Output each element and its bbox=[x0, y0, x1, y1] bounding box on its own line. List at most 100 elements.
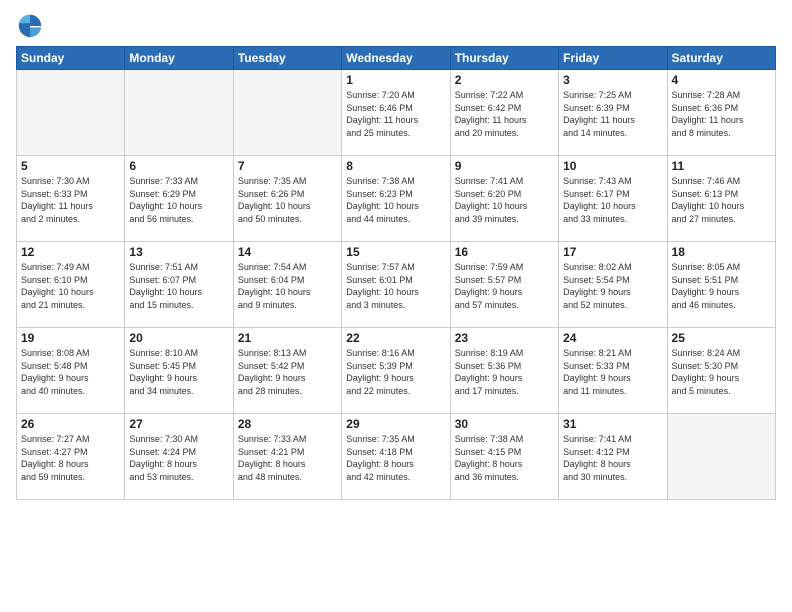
day-number: 7 bbox=[238, 159, 337, 173]
day-info: Sunrise: 8:16 AM Sunset: 5:39 PM Dayligh… bbox=[346, 347, 445, 397]
day-number: 13 bbox=[129, 245, 228, 259]
weekday-header-saturday: Saturday bbox=[667, 47, 775, 70]
day-number: 8 bbox=[346, 159, 445, 173]
day-number: 20 bbox=[129, 331, 228, 345]
weekday-header-row: SundayMondayTuesdayWednesdayThursdayFrid… bbox=[17, 47, 776, 70]
day-number: 29 bbox=[346, 417, 445, 431]
day-cell-15: 15 Sunrise: 7:57 AM Sunset: 6:01 PM Dayli… bbox=[342, 242, 450, 328]
day-cell-12: 12Sunrise: 7:49 AM Sunset: 6:10 PM Dayli… bbox=[17, 242, 125, 328]
day-cell-25: 25 Sunrise: 8:24 AM Sunset: 5:30 PM Dayli… bbox=[667, 328, 775, 414]
day-info: Sunrise: 7:57 AM Sunset: 6:01 PM Dayligh… bbox=[346, 261, 445, 311]
week-row-4: 19Sunrise: 8:08 AM Sunset: 5:48 PM Dayli… bbox=[17, 328, 776, 414]
week-row-1: 1 Sunrise: 7:20 AM Sunset: 6:46 PM Daylig… bbox=[17, 70, 776, 156]
weekday-header-tuesday: Tuesday bbox=[233, 47, 341, 70]
day-number: 11 bbox=[672, 159, 771, 173]
day-info: Sunrise: 8:19 AM Sunset: 5:36 PM Dayligh… bbox=[455, 347, 554, 397]
week-row-2: 5 Sunrise: 7:30 AM Sunset: 6:33 PM Daylig… bbox=[17, 156, 776, 242]
day-cell-27: 27 Sunrise: 7:30 AM Sunset: 4:24 PM Dayli… bbox=[125, 414, 233, 500]
day-cell-18: 18 Sunrise: 8:05 AM Sunset: 5:51 PM Dayli… bbox=[667, 242, 775, 328]
weekday-header-sunday: Sunday bbox=[17, 47, 125, 70]
day-cell-13: 13 Sunrise: 7:51 AM Sunset: 6:07 PM Dayli… bbox=[125, 242, 233, 328]
day-number: 3 bbox=[563, 73, 662, 87]
day-info: Sunrise: 7:38 AM Sunset: 6:23 PM Dayligh… bbox=[346, 175, 445, 225]
day-number: 6 bbox=[129, 159, 228, 173]
empty-cell bbox=[125, 70, 233, 156]
logo-icon bbox=[16, 12, 44, 40]
day-number: 21 bbox=[238, 331, 337, 345]
day-number: 9 bbox=[455, 159, 554, 173]
day-cell-24: 24Sunrise: 8:21 AM Sunset: 5:33 PM Dayli… bbox=[559, 328, 667, 414]
day-number: 23 bbox=[455, 331, 554, 345]
day-info: Sunrise: 7:28 AM Sunset: 6:36 PM Dayligh… bbox=[672, 89, 771, 139]
day-info: Sunrise: 8:10 AM Sunset: 5:45 PM Dayligh… bbox=[129, 347, 228, 397]
day-number: 27 bbox=[129, 417, 228, 431]
day-number: 18 bbox=[672, 245, 771, 259]
day-number: 25 bbox=[672, 331, 771, 345]
weekday-header-friday: Friday bbox=[559, 47, 667, 70]
day-info: Sunrise: 7:41 AM Sunset: 6:20 PM Dayligh… bbox=[455, 175, 554, 225]
day-info: Sunrise: 7:43 AM Sunset: 6:17 PM Dayligh… bbox=[563, 175, 662, 225]
day-cell-21: 21Sunrise: 8:13 AM Sunset: 5:42 PM Dayli… bbox=[233, 328, 341, 414]
day-info: Sunrise: 7:27 AM Sunset: 4:27 PM Dayligh… bbox=[21, 433, 120, 483]
empty-cell bbox=[233, 70, 341, 156]
day-cell-19: 19Sunrise: 8:08 AM Sunset: 5:48 PM Dayli… bbox=[17, 328, 125, 414]
day-info: Sunrise: 7:33 AM Sunset: 4:21 PM Dayligh… bbox=[238, 433, 337, 483]
day-info: Sunrise: 7:59 AM Sunset: 5:57 PM Dayligh… bbox=[455, 261, 554, 311]
day-info: Sunrise: 7:30 AM Sunset: 4:24 PM Dayligh… bbox=[129, 433, 228, 483]
weekday-header-wednesday: Wednesday bbox=[342, 47, 450, 70]
day-number: 19 bbox=[21, 331, 120, 345]
day-number: 4 bbox=[672, 73, 771, 87]
day-cell-22: 22 Sunrise: 8:16 AM Sunset: 5:39 PM Dayli… bbox=[342, 328, 450, 414]
calendar: SundayMondayTuesdayWednesdayThursdayFrid… bbox=[16, 46, 776, 500]
day-cell-30: 30 Sunrise: 7:38 AM Sunset: 4:15 PM Dayli… bbox=[450, 414, 558, 500]
day-number: 15 bbox=[346, 245, 445, 259]
day-cell-20: 20 Sunrise: 8:10 AM Sunset: 5:45 PM Dayli… bbox=[125, 328, 233, 414]
day-info: Sunrise: 7:33 AM Sunset: 6:29 PM Dayligh… bbox=[129, 175, 228, 225]
day-info: Sunrise: 8:21 AM Sunset: 5:33 PM Dayligh… bbox=[563, 347, 662, 397]
day-info: Sunrise: 7:41 AM Sunset: 4:12 PM Dayligh… bbox=[563, 433, 662, 483]
day-info: Sunrise: 7:51 AM Sunset: 6:07 PM Dayligh… bbox=[129, 261, 228, 311]
weekday-header-monday: Monday bbox=[125, 47, 233, 70]
day-cell-7: 7 Sunrise: 7:35 AM Sunset: 6:26 PM Daylig… bbox=[233, 156, 341, 242]
day-number: 17 bbox=[563, 245, 662, 259]
day-cell-31: 31 Sunrise: 7:41 AM Sunset: 4:12 PM Dayli… bbox=[559, 414, 667, 500]
day-info: Sunrise: 7:35 AM Sunset: 4:18 PM Dayligh… bbox=[346, 433, 445, 483]
day-cell-3: 3Sunrise: 7:25 AM Sunset: 6:39 PM Daylig… bbox=[559, 70, 667, 156]
day-info: Sunrise: 7:49 AM Sunset: 6:10 PM Dayligh… bbox=[21, 261, 120, 311]
day-cell-11: 11Sunrise: 7:46 AM Sunset: 6:13 PM Dayli… bbox=[667, 156, 775, 242]
day-info: Sunrise: 8:02 AM Sunset: 5:54 PM Dayligh… bbox=[563, 261, 662, 311]
day-cell-4: 4 Sunrise: 7:28 AM Sunset: 6:36 PM Daylig… bbox=[667, 70, 775, 156]
day-info: Sunrise: 7:35 AM Sunset: 6:26 PM Dayligh… bbox=[238, 175, 337, 225]
logo bbox=[16, 12, 48, 40]
day-info: Sunrise: 8:05 AM Sunset: 5:51 PM Dayligh… bbox=[672, 261, 771, 311]
day-cell-26: 26Sunrise: 7:27 AM Sunset: 4:27 PM Dayli… bbox=[17, 414, 125, 500]
week-row-3: 12Sunrise: 7:49 AM Sunset: 6:10 PM Dayli… bbox=[17, 242, 776, 328]
day-cell-23: 23 Sunrise: 8:19 AM Sunset: 5:36 PM Dayli… bbox=[450, 328, 558, 414]
day-number: 30 bbox=[455, 417, 554, 431]
day-cell-10: 10 Sunrise: 7:43 AM Sunset: 6:17 PM Dayli… bbox=[559, 156, 667, 242]
day-cell-1: 1 Sunrise: 7:20 AM Sunset: 6:46 PM Daylig… bbox=[342, 70, 450, 156]
day-cell-17: 17 Sunrise: 8:02 AM Sunset: 5:54 PM Dayli… bbox=[559, 242, 667, 328]
week-row-5: 26Sunrise: 7:27 AM Sunset: 4:27 PM Dayli… bbox=[17, 414, 776, 500]
day-number: 22 bbox=[346, 331, 445, 345]
day-cell-14: 14Sunrise: 7:54 AM Sunset: 6:04 PM Dayli… bbox=[233, 242, 341, 328]
day-number: 10 bbox=[563, 159, 662, 173]
day-number: 16 bbox=[455, 245, 554, 259]
day-number: 28 bbox=[238, 417, 337, 431]
day-cell-2: 2Sunrise: 7:22 AM Sunset: 6:42 PM Daylig… bbox=[450, 70, 558, 156]
day-number: 5 bbox=[21, 159, 120, 173]
empty-cell bbox=[667, 414, 775, 500]
day-number: 1 bbox=[346, 73, 445, 87]
day-info: Sunrise: 7:30 AM Sunset: 6:33 PM Dayligh… bbox=[21, 175, 120, 225]
header bbox=[16, 12, 776, 40]
day-number: 31 bbox=[563, 417, 662, 431]
empty-cell bbox=[17, 70, 125, 156]
day-info: Sunrise: 7:38 AM Sunset: 4:15 PM Dayligh… bbox=[455, 433, 554, 483]
day-cell-5: 5 Sunrise: 7:30 AM Sunset: 6:33 PM Daylig… bbox=[17, 156, 125, 242]
day-number: 14 bbox=[238, 245, 337, 259]
day-cell-28: 28 Sunrise: 7:33 AM Sunset: 4:21 PM Dayli… bbox=[233, 414, 341, 500]
day-info: Sunrise: 8:24 AM Sunset: 5:30 PM Dayligh… bbox=[672, 347, 771, 397]
day-cell-16: 16 Sunrise: 7:59 AM Sunset: 5:57 PM Dayli… bbox=[450, 242, 558, 328]
day-info: Sunrise: 7:20 AM Sunset: 6:46 PM Dayligh… bbox=[346, 89, 445, 139]
weekday-header-thursday: Thursday bbox=[450, 47, 558, 70]
